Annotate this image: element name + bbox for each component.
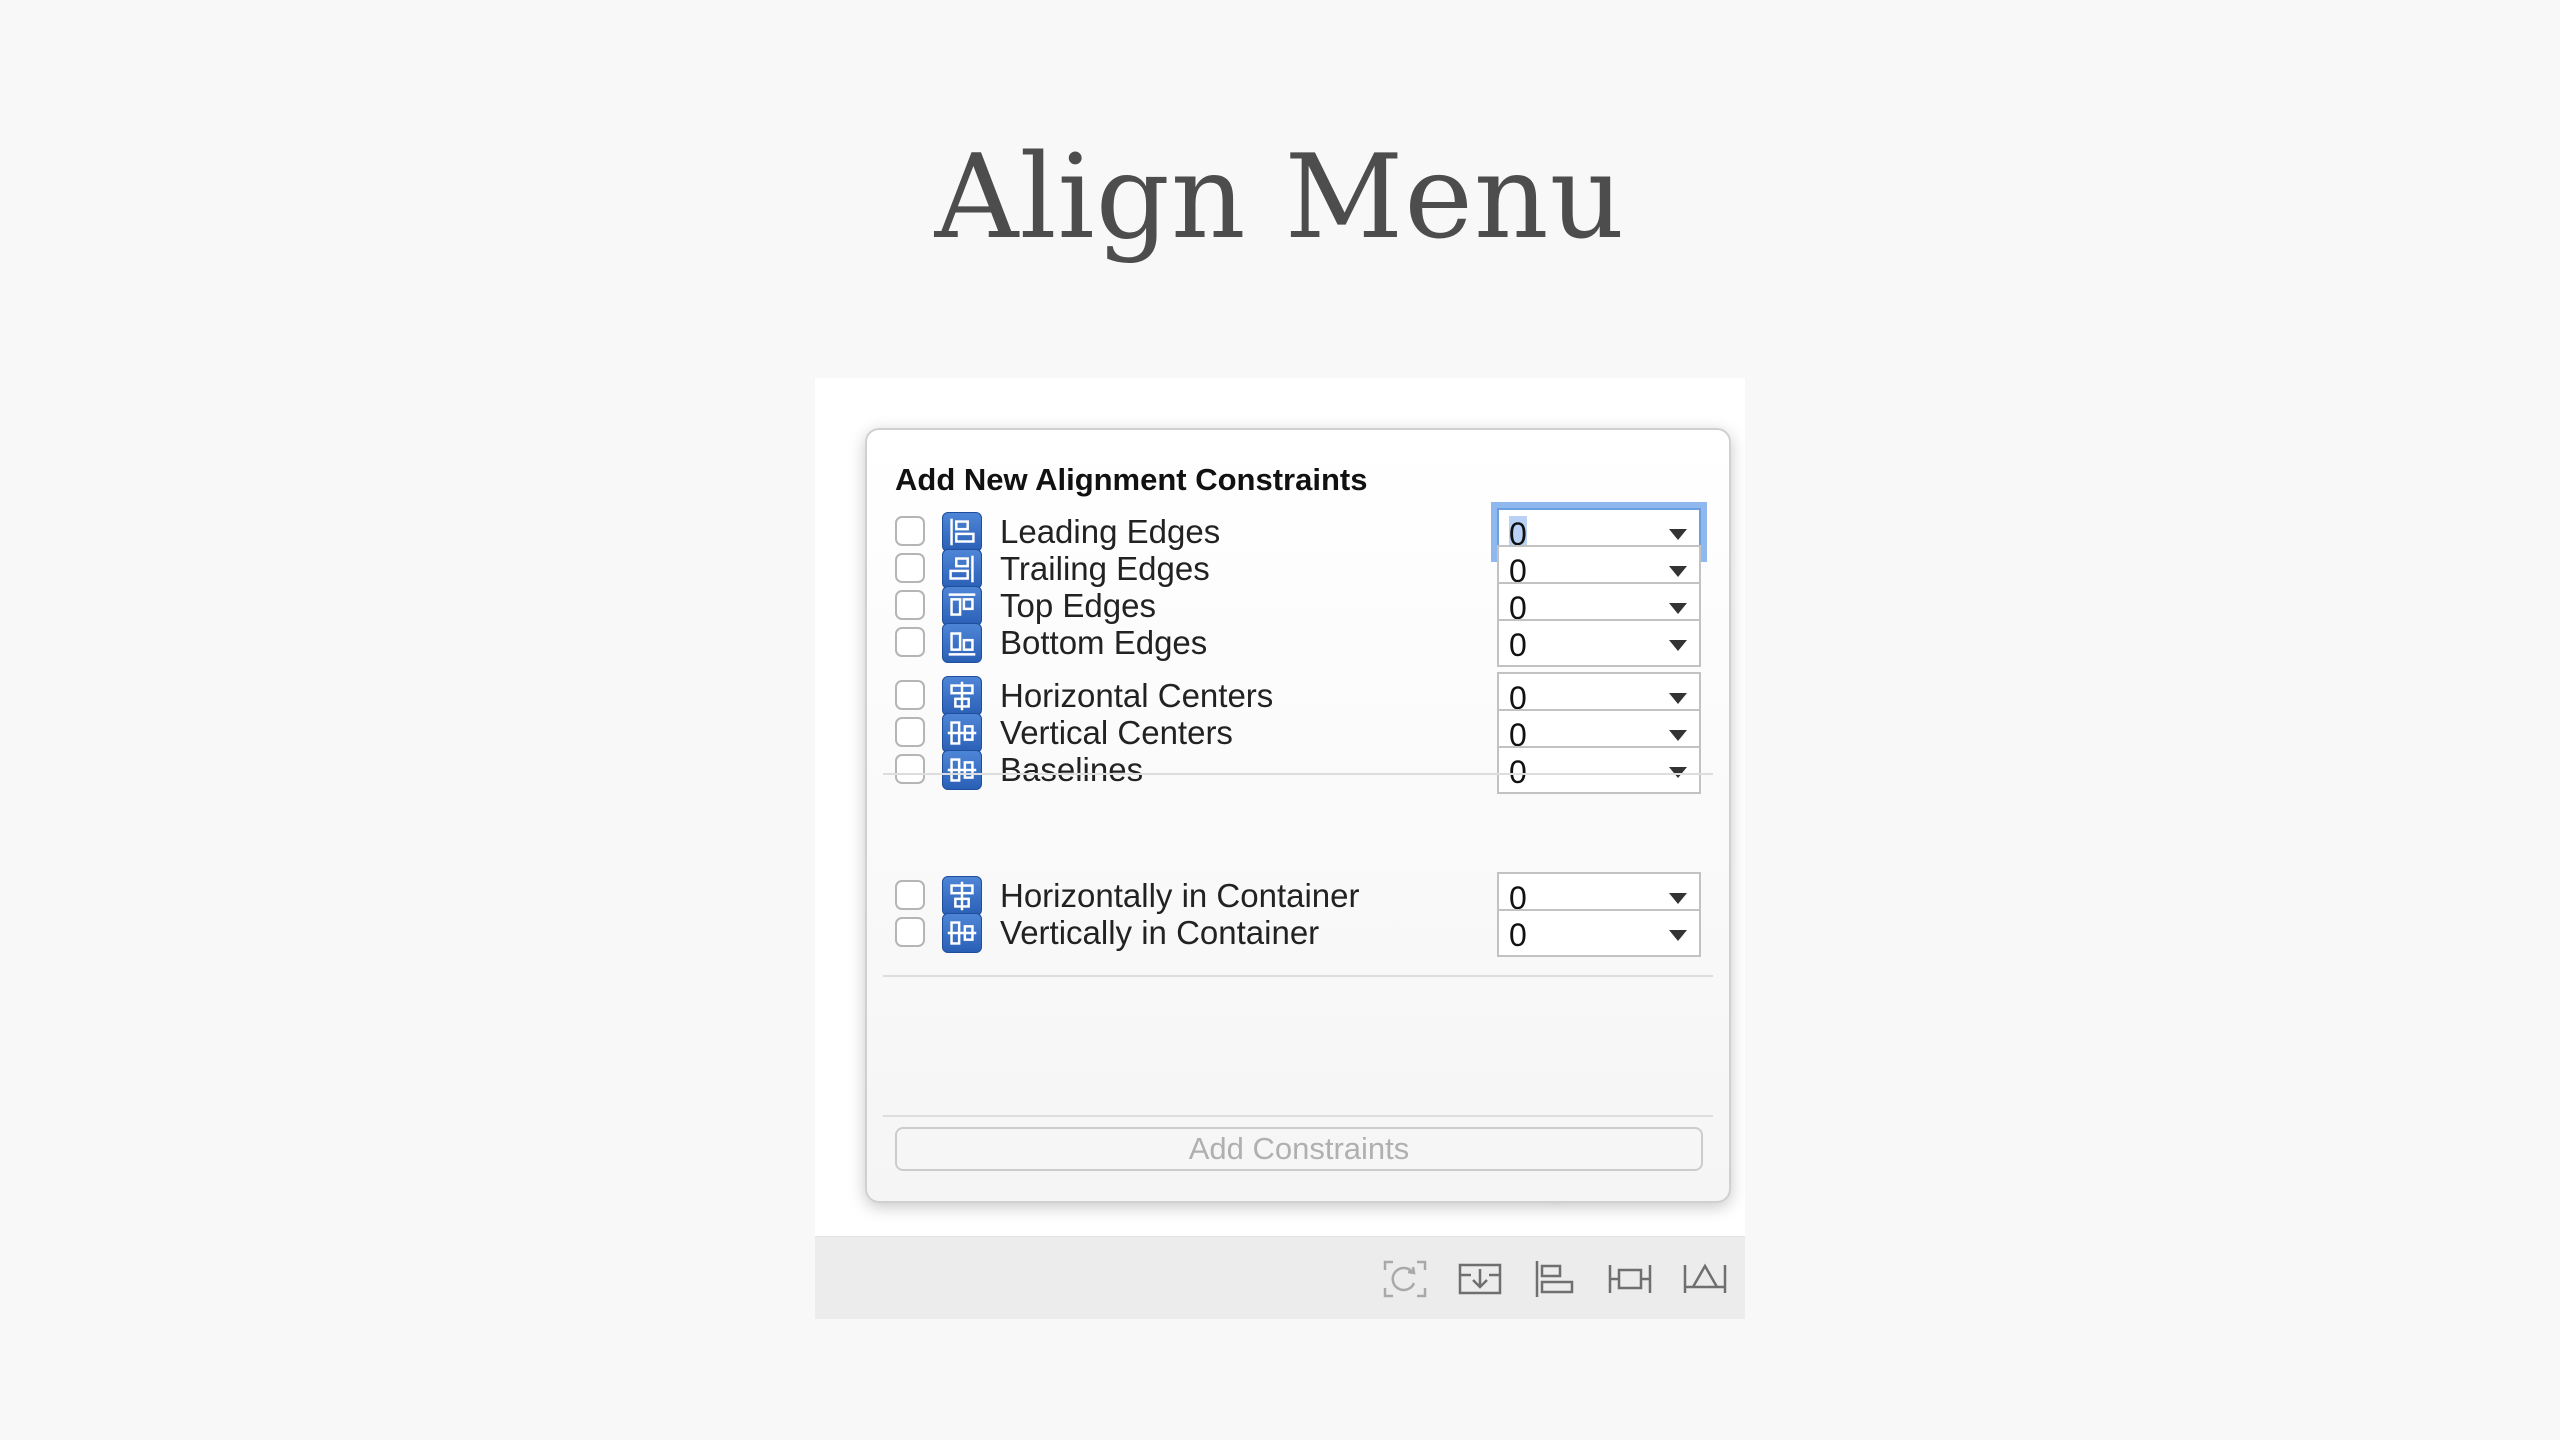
chevron-down-icon[interactable] [1669, 640, 1687, 651]
offset-value[interactable]: 0 [1509, 917, 1527, 953]
add-constraints-button[interactable]: Add Constraints [895, 1127, 1703, 1171]
baselines-icon [942, 750, 982, 790]
constraint-row-baselines: Baselines 0 [867, 740, 1729, 796]
constraint-row-bottom-edges: Bottom Edges 0 [867, 613, 1729, 669]
offset-select-vertically-in-container[interactable]: 0 [1497, 909, 1701, 957]
align-popover: Add New Alignment Constraints Leading Ed… [865, 428, 1731, 1203]
constraint-label: Vertically in Container [1000, 914, 1320, 951]
chevron-down-icon[interactable] [1669, 930, 1687, 941]
pin-icon[interactable] [1605, 1257, 1655, 1301]
embed-in-stack-icon[interactable] [1455, 1257, 1505, 1301]
constraint-label: Bottom Edges [1000, 624, 1208, 661]
popover-title: Add New Alignment Constraints [895, 462, 1368, 497]
group-divider [883, 975, 1713, 977]
offset-select-baselines[interactable]: 0 [1497, 746, 1701, 794]
resolve-auto-layout-issues-icon[interactable] [1680, 1257, 1730, 1301]
constraint-label: Baselines [1000, 751, 1144, 788]
slide-title: Align Menu [934, 130, 1626, 265]
align-icon[interactable] [1530, 1257, 1580, 1301]
offset-select-bottom-edges[interactable]: 0 [1497, 619, 1701, 667]
offset-value[interactable]: 0 [1509, 627, 1527, 663]
offset-value[interactable]: 0 [1509, 754, 1527, 790]
bottom-edges-icon [942, 623, 982, 663]
vertically-in-container-icon [942, 913, 982, 953]
update-frames-icon[interactable] [1380, 1257, 1430, 1301]
checkbox-bottom-edges[interactable] [895, 627, 925, 657]
group-divider [883, 773, 1713, 775]
canvas-bottom-toolbar [815, 1236, 1745, 1319]
xcode-screenshot: Add New Alignment Constraints Leading Ed… [815, 378, 1745, 1319]
checkbox-baselines[interactable] [895, 754, 925, 784]
checkbox-vertically-in-container[interactable] [895, 917, 925, 947]
group-divider [883, 1115, 1713, 1117]
constraint-row-vertically-in-container: Vertically in Container 0 [867, 903, 1729, 959]
